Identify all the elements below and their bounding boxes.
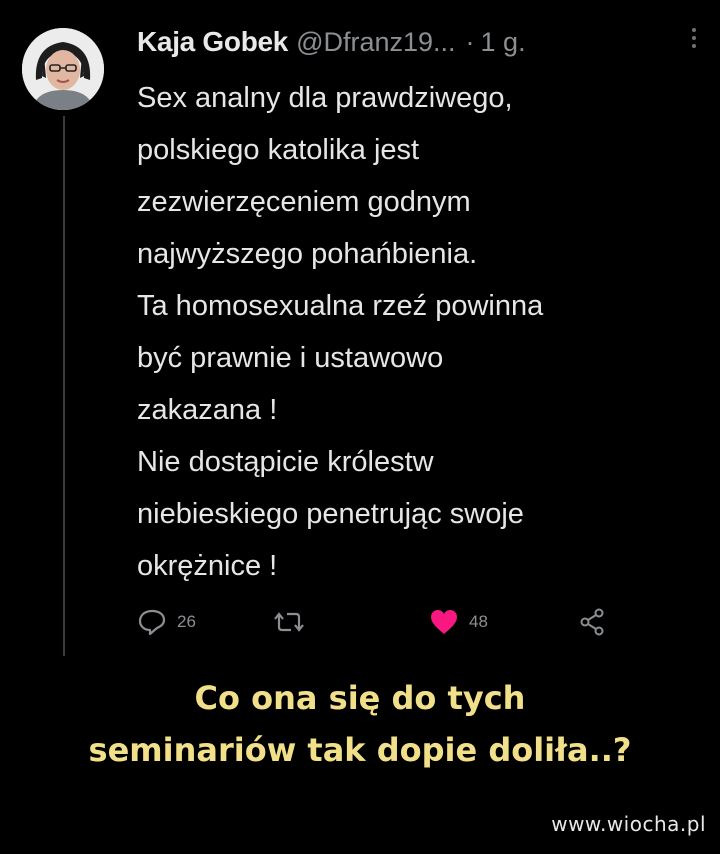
retweet-button[interactable]: [273, 602, 315, 642]
thread-line: [63, 116, 65, 656]
tweet-body: Sex analny dla prawdziwego, polskiego ka…: [137, 72, 707, 592]
tweet-card[interactable]: Kaja Gobek @Dfranz19... · 1 g. Sex analn…: [0, 0, 720, 660]
like-button[interactable]: 48: [429, 602, 488, 642]
tweet-body-line: zezwierzęceniem godnym: [137, 186, 471, 218]
share-icon: [580, 608, 604, 636]
tweet-body-line: najwyższego pohańbienia.: [137, 238, 478, 270]
share-button[interactable]: [577, 602, 607, 642]
author-handle[interactable]: @Dfranz19...: [296, 27, 455, 58]
vertical-dots-icon[interactable]: [691, 26, 697, 58]
tweet-body-line: Ta homosexualna rzeź powinna: [137, 290, 544, 322]
reply-count: 26: [177, 612, 196, 631]
tweet-actions: 26 48: [137, 602, 617, 642]
retweet-icon: [274, 612, 304, 632]
avatar-portrait: [22, 28, 104, 110]
tweet-body-line: zakazana !: [137, 394, 278, 426]
author-name[interactable]: Kaja Gobek: [137, 26, 288, 58]
reply-button[interactable]: 26: [137, 602, 196, 642]
tweet-body-line: być prawnie i ustawowo: [137, 342, 444, 374]
watermark: www.wiocha.pl: [551, 812, 706, 836]
tweet-body-line: polskiego katolika jest: [137, 134, 420, 166]
tweet-body-line: niebieskiego penetrując swoje: [137, 498, 524, 530]
tweet-body-line: Nie dostąpicie królestw: [137, 446, 434, 478]
heart-icon: [431, 610, 457, 634]
avatar[interactable]: [22, 28, 104, 110]
caption-line: Co ona się do tych: [194, 679, 526, 717]
timestamp[interactable]: 1 g.: [481, 27, 526, 58]
separator-dot: ·: [465, 26, 475, 57]
reply-bubble-icon: [138, 609, 166, 636]
like-count: 48: [469, 612, 488, 631]
caption-line: seminariów tak dopie doliła..?: [88, 731, 632, 769]
tweet-body-line: okrężnice !: [137, 550, 278, 582]
meme-caption: Co ona się do tych seminariów tak dopie …: [0, 672, 720, 776]
tweet-body-line: Sex analny dla prawdziwego,: [137, 82, 513, 114]
tweet-header: Kaja Gobek @Dfranz19... · 1 g.: [137, 22, 697, 62]
